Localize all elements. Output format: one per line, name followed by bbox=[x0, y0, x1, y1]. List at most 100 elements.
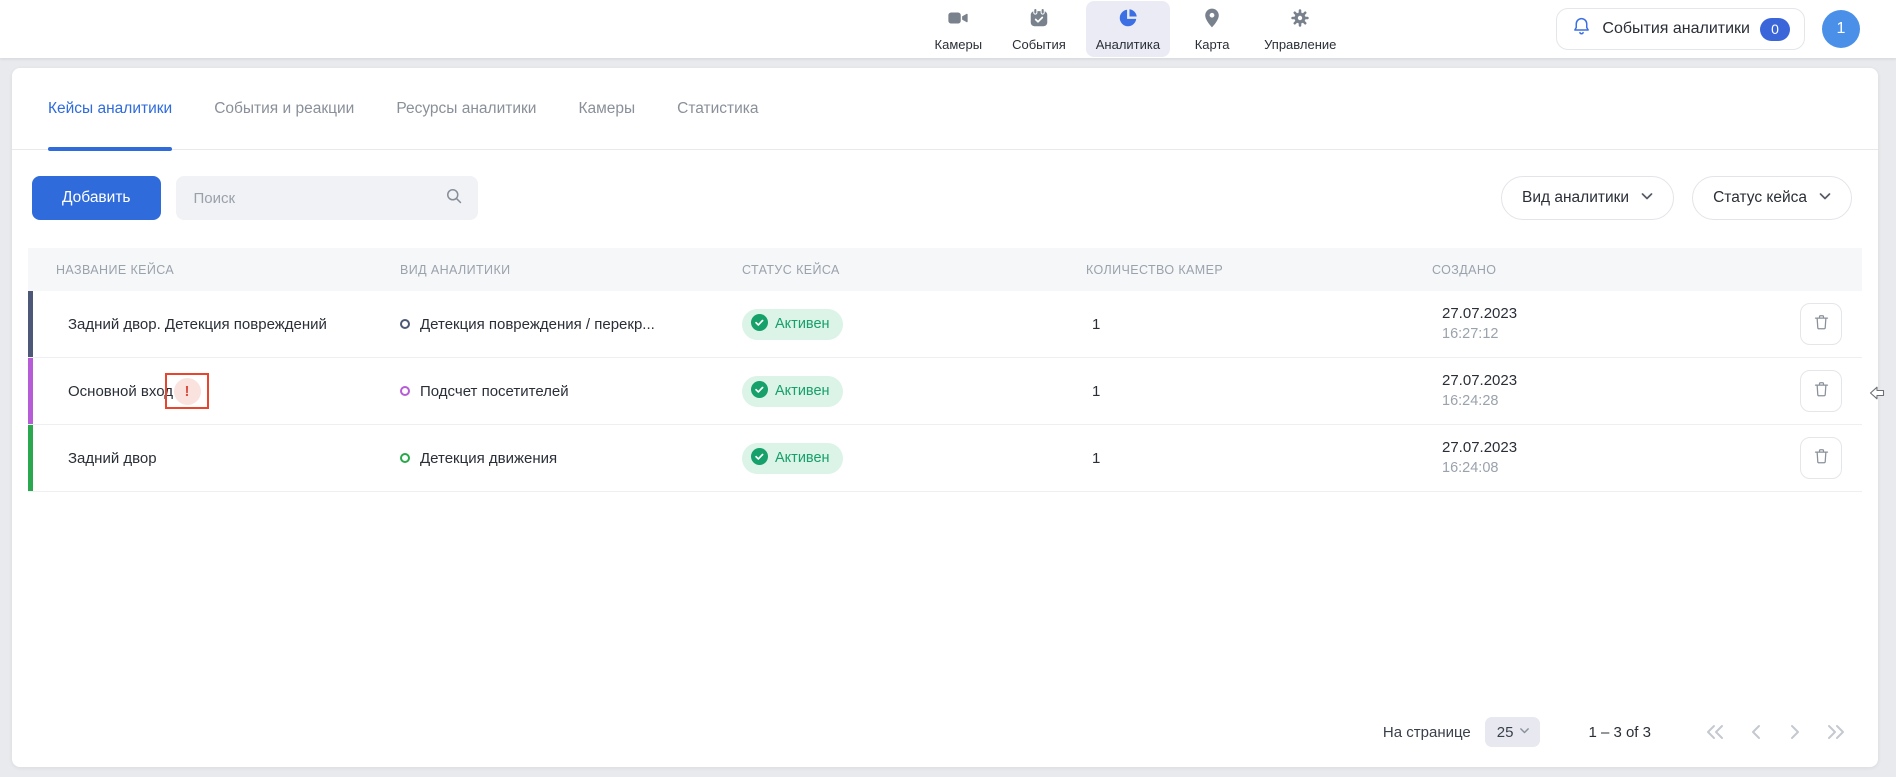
table-header-row: НАЗВАНИЕ КЕЙСА ВИД АНАЛИТИКИ СТАТУС КЕЙС… bbox=[28, 248, 1862, 291]
topbar-right: События аналитики 0 1 bbox=[1556, 8, 1860, 50]
case-name: Задний двор. Детекция повреждений bbox=[28, 316, 392, 333]
toolbar: Добавить Вид аналитики Статус кейса bbox=[32, 176, 1852, 220]
search-box bbox=[176, 176, 478, 220]
table-row[interactable]: Основной вход ! Подсчет посетителей Акти… bbox=[28, 358, 1862, 425]
chevron-down-icon bbox=[1817, 188, 1833, 209]
column-header-analytics-type: ВИД АНАЛИТИКИ bbox=[392, 263, 734, 277]
top-header: Камеры События Аналитика bbox=[0, 0, 1896, 58]
case-name-cell: Основной вход ! bbox=[28, 373, 392, 409]
next-page-button[interactable] bbox=[1785, 722, 1805, 742]
camera-count: 1 bbox=[1078, 316, 1424, 333]
cases-table: НАЗВАНИЕ КЕЙСА ВИД АНАЛИТИКИ СТАТУС КЕЙС… bbox=[28, 248, 1862, 492]
nav-item-map[interactable]: Карта bbox=[1180, 1, 1244, 57]
status-label: Активен bbox=[775, 316, 830, 332]
column-header-case-name: НАЗВАНИЕ КЕЙСА bbox=[28, 263, 392, 277]
delete-case-button[interactable] bbox=[1800, 303, 1842, 345]
case-status-cell: Активен bbox=[734, 309, 1078, 340]
row-accent-bar bbox=[28, 358, 33, 424]
filter-label: Вид аналитики bbox=[1522, 189, 1629, 207]
analytics-events-button[interactable]: События аналитики 0 bbox=[1556, 8, 1805, 50]
delete-case-button[interactable] bbox=[1800, 370, 1842, 412]
per-page-value: 25 bbox=[1497, 724, 1514, 741]
nav-item-cameras[interactable]: Камеры bbox=[925, 1, 993, 57]
events-count-badge: 0 bbox=[1760, 18, 1790, 41]
column-header-created: СОЗДАНО bbox=[1424, 263, 1772, 277]
created-time: 16:24:28 bbox=[1442, 391, 1772, 411]
created-date: 27.07.2023 bbox=[1442, 371, 1772, 391]
check-icon bbox=[751, 448, 768, 469]
page-tabs: Кейсы аналитики События и реакции Ресурс… bbox=[12, 68, 1878, 150]
row-actions bbox=[1772, 437, 1862, 479]
nav-item-analytics[interactable]: Аналитика bbox=[1086, 1, 1170, 57]
nav-label: Управление bbox=[1264, 37, 1336, 52]
created-cell: 27.07.2023 16:27:12 bbox=[1424, 304, 1772, 344]
nav-label: Аналитика bbox=[1096, 37, 1160, 52]
events-button-label: События аналитики bbox=[1602, 20, 1750, 38]
analytics-type-cell: Детекция повреждения / перекр... bbox=[392, 316, 734, 333]
first-page-button[interactable] bbox=[1703, 722, 1727, 742]
analytics-type-icon bbox=[400, 386, 410, 396]
map-pin-icon bbox=[1201, 7, 1223, 34]
analytics-type-label: Детекция повреждения / перекр... bbox=[420, 316, 655, 333]
nav-item-management[interactable]: Управление bbox=[1254, 1, 1346, 57]
avatar[interactable]: 1 bbox=[1822, 10, 1860, 48]
analytics-type-icon bbox=[400, 319, 410, 329]
trash-icon bbox=[1812, 447, 1831, 469]
created-time: 16:27:12 bbox=[1442, 324, 1772, 344]
trash-icon bbox=[1812, 313, 1831, 335]
pagination-range: 1 – 3 of 3 bbox=[1588, 724, 1651, 741]
gear-icon bbox=[1289, 7, 1311, 34]
check-icon bbox=[751, 314, 768, 335]
pagination-bar: На странице 25 1 – 3 of 3 bbox=[12, 711, 1878, 767]
chevron-down-icon bbox=[1518, 724, 1531, 741]
case-status-cell: Активен bbox=[734, 443, 1078, 474]
tab-statistics[interactable]: Статистика bbox=[677, 68, 758, 149]
analytics-page-card: Кейсы аналитики События и реакции Ресурс… bbox=[12, 68, 1878, 767]
nav-item-events[interactable]: События bbox=[1002, 1, 1076, 57]
previous-page-button[interactable] bbox=[1746, 722, 1766, 742]
tab-events-reactions[interactable]: События и реакции bbox=[214, 68, 354, 149]
status-label: Активен bbox=[775, 450, 830, 466]
nav-label: Карта bbox=[1195, 37, 1230, 52]
table-row[interactable]: Задний двор. Детекция повреждений Детекц… bbox=[28, 291, 1862, 358]
table-row[interactable]: Задний двор Детекция движения Активен 1 … bbox=[28, 425, 1862, 492]
search-icon[interactable] bbox=[444, 186, 464, 211]
alert-annotation-box: ! bbox=[165, 373, 209, 409]
row-actions bbox=[1772, 303, 1862, 345]
tab-analytics-cases[interactable]: Кейсы аналитики bbox=[48, 68, 172, 149]
tab-cameras[interactable]: Камеры bbox=[578, 68, 635, 149]
camera-count: 1 bbox=[1078, 450, 1424, 467]
created-date: 27.07.2023 bbox=[1442, 304, 1772, 324]
created-time: 16:24:08 bbox=[1442, 458, 1772, 478]
status-badge: Активен bbox=[742, 443, 843, 474]
add-case-button[interactable]: Добавить bbox=[32, 176, 161, 220]
filter-analytics-type[interactable]: Вид аналитики bbox=[1501, 176, 1674, 220]
row-actions bbox=[1772, 370, 1862, 412]
created-date: 27.07.2023 bbox=[1442, 438, 1772, 458]
chevron-down-icon bbox=[1639, 188, 1655, 209]
search-input[interactable] bbox=[194, 190, 444, 207]
tab-analytics-resources[interactable]: Ресурсы аналитики bbox=[396, 68, 536, 149]
check-icon bbox=[751, 381, 768, 402]
per-page-select[interactable]: 25 bbox=[1485, 717, 1541, 747]
delete-case-button[interactable] bbox=[1800, 437, 1842, 479]
per-page-label: На странице bbox=[1383, 724, 1471, 741]
status-badge: Активен bbox=[742, 309, 843, 340]
pager-controls bbox=[1703, 722, 1848, 742]
case-name: Задний двор bbox=[28, 450, 392, 467]
pie-chart-icon bbox=[1117, 7, 1139, 34]
status-label: Активен bbox=[775, 383, 830, 399]
analytics-type-icon bbox=[400, 453, 410, 463]
status-badge: Активен bbox=[742, 376, 843, 407]
camera-icon bbox=[947, 7, 969, 34]
camera-count: 1 bbox=[1078, 383, 1424, 400]
last-page-button[interactable] bbox=[1824, 722, 1848, 742]
filter-case-status[interactable]: Статус кейса bbox=[1692, 176, 1852, 220]
nav-label: События bbox=[1012, 37, 1066, 52]
column-header-case-status: СТАТУС КЕЙСА bbox=[734, 263, 1078, 277]
case-name: Основной вход bbox=[68, 383, 173, 400]
trash-icon bbox=[1812, 380, 1831, 402]
calendar-icon bbox=[1028, 7, 1050, 34]
analytics-type-cell: Детекция движения bbox=[392, 450, 734, 467]
bell-icon bbox=[1571, 16, 1592, 42]
